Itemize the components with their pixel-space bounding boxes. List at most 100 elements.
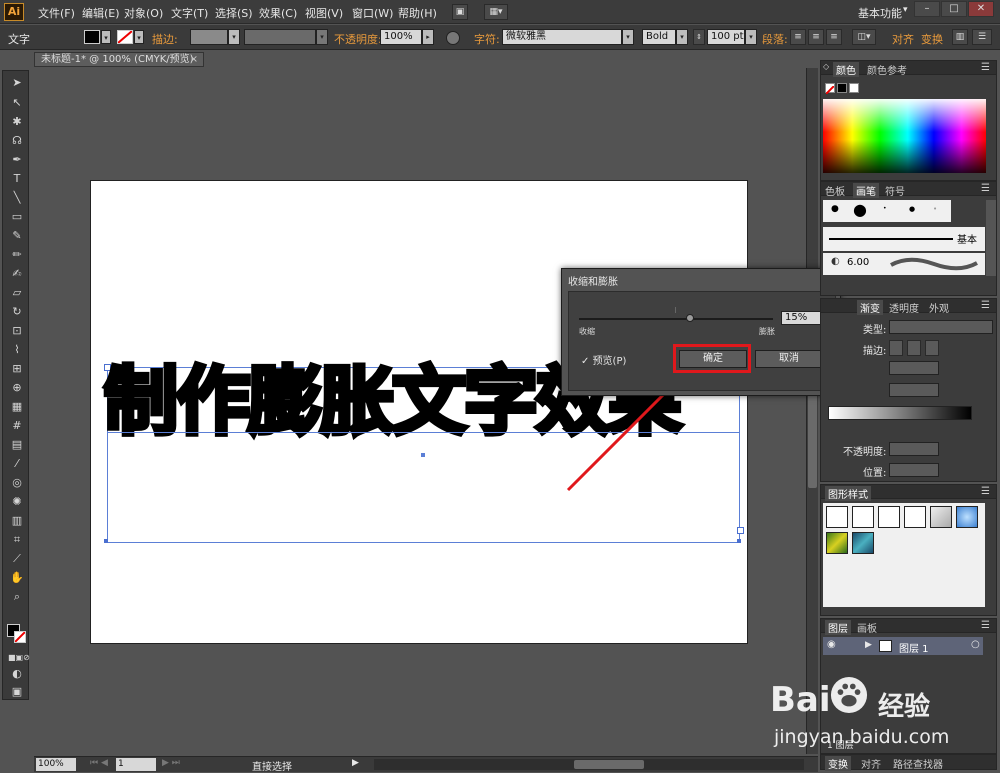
panel-menu-icon[interactable]: ☰ — [981, 620, 990, 631]
scale-tool-icon[interactable]: ⊡ — [8, 322, 26, 340]
panel-menu-icon[interactable]: ☰ — [981, 486, 990, 497]
amount-field[interactable]: 15% — [781, 311, 825, 325]
shape-builder-icon[interactable]: ⊕ — [8, 379, 26, 397]
fill-dropdown-icon[interactable]: ▾ — [101, 30, 111, 44]
chevron-down-icon[interactable]: ▾ — [903, 5, 908, 15]
slice-tool-icon[interactable]: ⟋ — [8, 550, 26, 568]
graphic-style-swatch[interactable] — [826, 532, 848, 554]
brush-dot-icon[interactable]: • — [933, 205, 937, 213]
menu-type[interactable]: 文字(T) — [171, 5, 208, 21]
menu-effect[interactable]: 效果(C) — [259, 5, 297, 21]
menu-help[interactable]: 帮助(H) — [398, 5, 437, 21]
blend-tool-icon[interactable]: ◎ — [8, 474, 26, 492]
tab-color-guide[interactable]: 颜色参考 — [867, 62, 907, 77]
align-left-icon[interactable]: ≡ — [790, 29, 806, 45]
gradient-slider[interactable] — [828, 406, 972, 420]
none-swatch-icon[interactable] — [825, 83, 835, 95]
paragraph-label[interactable]: 段落: — [762, 31, 788, 47]
type-tool-icon[interactable]: T — [8, 170, 26, 188]
perspective-grid-icon[interactable]: ▦ — [8, 398, 26, 416]
rectangle-tool-icon[interactable]: ▭ — [8, 208, 26, 226]
collapse-icon[interactable]: ◇ — [823, 62, 829, 71]
close-button[interactable]: ✕ — [968, 1, 994, 17]
paintbrush-icon[interactable]: ✎ — [8, 227, 26, 245]
layer-row[interactable]: ◉ ▶ 图层 1 ○ — [823, 637, 983, 655]
magic-wand-icon[interactable]: ✱ — [8, 113, 26, 131]
font-label[interactable]: 字符: — [474, 31, 500, 47]
panel-menu-icon[interactable]: ☰ — [981, 62, 990, 73]
stroke-gradient-icon[interactable] — [925, 340, 939, 356]
graphic-style-swatch[interactable] — [904, 506, 926, 528]
free-transform-icon[interactable]: ⊞ — [8, 360, 26, 378]
tab-document[interactable]: 未标题-1* @ 100% (CMYK/预览) × — [34, 52, 204, 67]
tab-gradient[interactable]: 渐变 — [857, 300, 883, 315]
direct-selection-tool-icon[interactable]: ↖ — [8, 94, 26, 112]
blob-brush-icon[interactable]: ✍ — [8, 265, 26, 283]
tab-brushes[interactable]: 画笔 — [853, 183, 879, 198]
brush-size-row[interactable]: ◐ 6.00 — [823, 253, 985, 275]
black-swatch[interactable] — [837, 83, 847, 93]
minimize-button[interactable]: – — [914, 1, 940, 17]
tab-symbols[interactable]: 符号 — [885, 183, 905, 198]
gradient-tool-icon[interactable]: ▤ — [8, 436, 26, 454]
pen-tool-icon[interactable]: ✒ — [8, 151, 26, 169]
graphic-style-swatch[interactable] — [956, 506, 978, 528]
gradient-type-select[interactable] — [889, 320, 993, 334]
isolate-icon[interactable]: ▥ — [952, 29, 968, 45]
menu-edit[interactable]: 编辑(E) — [82, 5, 120, 21]
artboard-number-field[interactable]: 1 — [116, 758, 156, 771]
slider-thumb[interactable] — [685, 314, 694, 322]
tab-transparency[interactable]: 透明度 — [889, 300, 919, 315]
maximize-button[interactable]: □ — [941, 1, 967, 17]
panel-menu-icon[interactable]: ☰ — [981, 183, 990, 194]
tab-align[interactable]: 对齐 — [861, 756, 881, 771]
eye-icon[interactable]: ◉ — [827, 639, 836, 650]
symbol-sprayer-icon[interactable]: ✺ — [8, 493, 26, 511]
basic-brush-row[interactable]: 基本 — [823, 227, 985, 251]
layer-name[interactable]: 图层 1 — [899, 640, 929, 655]
amount-slider[interactable] — [579, 318, 773, 320]
aspect-field[interactable] — [889, 383, 939, 397]
font-family-field[interactable]: 微软雅黑 — [502, 29, 622, 45]
stroke-color-icon[interactable] — [14, 631, 26, 643]
variable-width-dropdown-icon[interactable]: ▾ — [316, 29, 328, 45]
mesh-tool-icon[interactable]: # — [8, 417, 26, 435]
panel-menu-icon[interactable]: ☰ — [981, 300, 990, 311]
rotate-tool-icon[interactable]: ↻ — [8, 303, 26, 321]
transform-panel-label[interactable]: 变换 — [921, 31, 943, 47]
graphic-style-swatch[interactable] — [878, 506, 900, 528]
color-spectrum[interactable] — [823, 99, 986, 173]
stroke-weight-field[interactable] — [190, 29, 228, 45]
tab-graphic-styles[interactable]: 图形样式 — [825, 486, 871, 501]
align-right-icon[interactable]: ≡ — [826, 29, 842, 45]
zoom-tool-icon[interactable]: ⌕ — [8, 588, 26, 606]
gradient-position-field[interactable] — [889, 463, 939, 477]
menu-window[interactable]: 窗口(W) — [352, 5, 393, 21]
menu-view[interactable]: 视图(V) — [305, 5, 343, 21]
menu-file[interactable]: 文件(F) — [38, 5, 75, 21]
menu-object[interactable]: 对象(O) — [124, 5, 163, 21]
stroke-dropdown-icon[interactable]: ▾ — [134, 30, 144, 44]
eyedropper-icon[interactable]: ⁄ — [8, 455, 26, 473]
warp-tool-icon[interactable]: ⌇ — [8, 341, 26, 359]
column-graph-icon[interactable]: ▥ — [8, 512, 26, 530]
tab-swatches[interactable]: 色板 — [825, 183, 845, 198]
graphic-style-swatch[interactable] — [852, 532, 874, 554]
vertical-scrollbar[interactable] — [806, 68, 818, 754]
brush-dots-row[interactable]: ● ● • ● • — [823, 200, 951, 222]
variable-width-field[interactable] — [244, 29, 316, 45]
line-tool-icon[interactable]: ╲ — [8, 189, 26, 207]
stroke-gradient-icon[interactable] — [907, 340, 921, 356]
opacity-dropdown-icon[interactable]: ▸ — [422, 29, 434, 45]
stroke-weight-dropdown-icon[interactable]: ▾ — [228, 29, 240, 45]
graphic-style-swatch[interactable] — [852, 506, 874, 528]
lasso-icon[interactable]: ☊ — [8, 132, 26, 150]
white-swatch[interactable] — [849, 83, 859, 93]
panel-menu-icon[interactable]: ☰ — [972, 29, 992, 45]
opacity-label[interactable]: 不透明度: — [334, 31, 382, 47]
character-styles-icon[interactable]: ◫▾ — [852, 29, 876, 45]
recolor-icon[interactable] — [446, 31, 460, 45]
selection-handle[interactable] — [737, 539, 741, 543]
graphic-style-swatch[interactable] — [826, 506, 848, 528]
tab-color[interactable]: 颜色 — [833, 62, 859, 77]
